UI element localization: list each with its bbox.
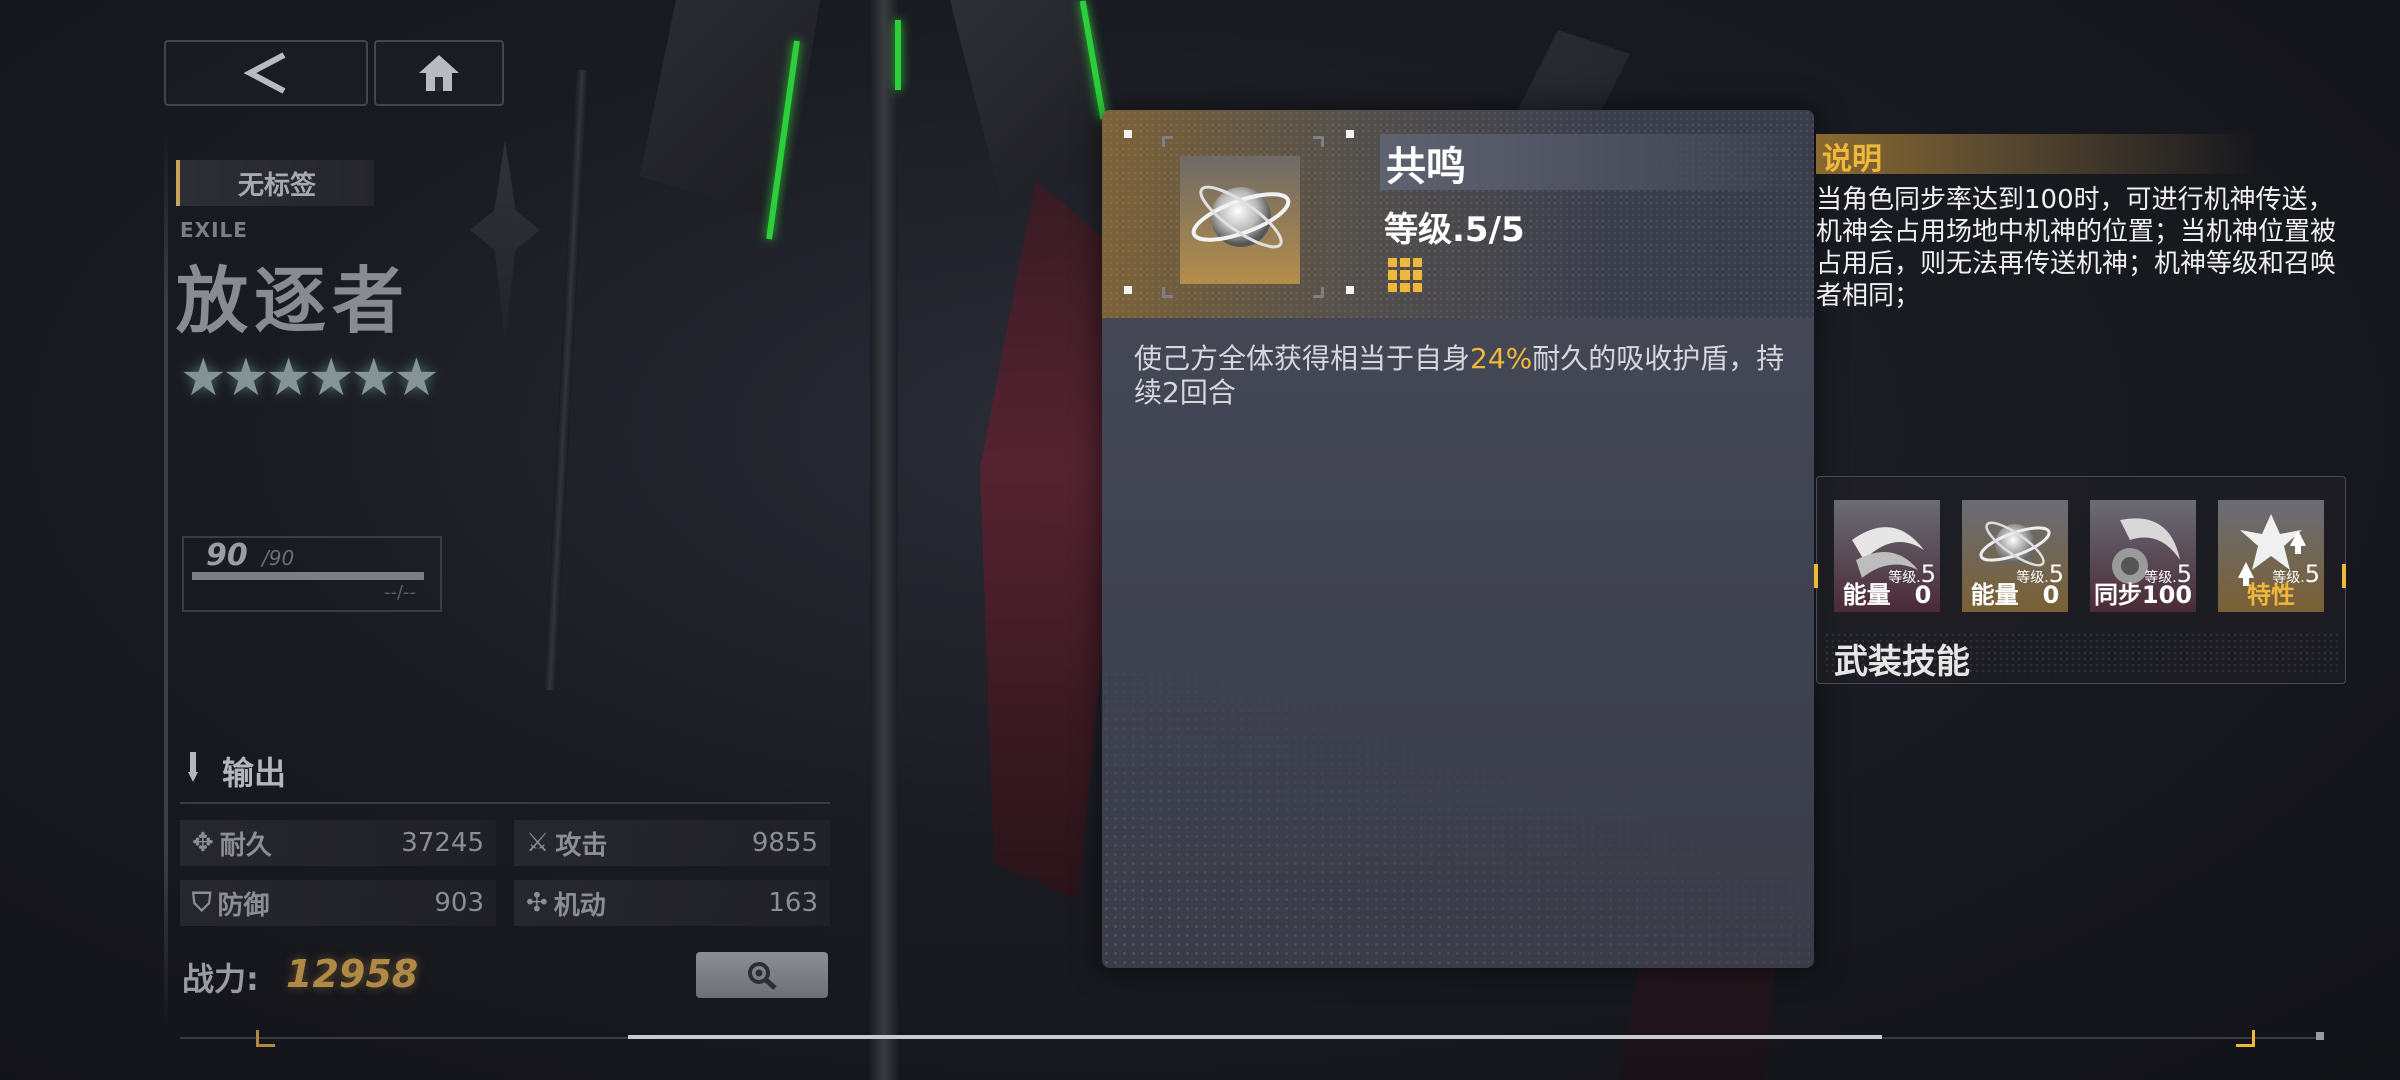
frame-dot: [1346, 286, 1354, 294]
magnifier-icon: [748, 962, 777, 990]
home-button[interactable]: [374, 40, 504, 106]
level-max: /90: [262, 546, 295, 570]
armed-skill-card-4[interactable]: 等级.5 特性: [2218, 500, 2324, 612]
defense-icon: ⛉: [192, 887, 212, 918]
panel-side-mark: [2342, 564, 2346, 588]
rarity-stars: ★★★★★★: [180, 348, 440, 408]
stat-label: 防御: [217, 890, 270, 921]
power-label: 战力:: [182, 960, 259, 998]
skill-detail-popup: 共鸣 等级.5/5 使己方全体获得相当于自身24%耐久的吸收护盾，持续2回合: [1102, 110, 1814, 968]
armed-skill-card-2[interactable]: 等级.5 能量 0: [1962, 500, 2068, 612]
skill-cost-label: 特性: [2247, 581, 2295, 609]
stat-label: 机动: [553, 890, 606, 921]
level-value: 90: [206, 538, 248, 573]
page-scroll-thumb[interactable]: [628, 1035, 1882, 1039]
explain-title-bar: [1816, 134, 2256, 174]
track-end-marker: [2236, 1030, 2255, 1047]
frame-dot: [1124, 130, 1132, 138]
desc-text: 使己方全体获得相当于自身: [1134, 342, 1471, 375]
track-dot: [2316, 1032, 2324, 1040]
armed-skills-title: 武装技能: [1834, 642, 1970, 682]
stat-value: 37245: [401, 828, 484, 858]
frame-dot: [1346, 130, 1354, 138]
unit-name: 放逐者: [176, 259, 411, 343]
home-icon: [419, 55, 459, 91]
detail-search-button[interactable]: [696, 952, 828, 998]
stat-label: 耐久: [219, 830, 272, 861]
skill-cost-label: 能量 0: [1842, 581, 1932, 609]
unit-tag[interactable]: 无标签: [176, 160, 374, 206]
stat-value: 163: [768, 888, 818, 918]
skill-cost-label: 能量 0: [1970, 581, 2060, 609]
stat-value: 903: [434, 888, 484, 918]
frame-dot: [1124, 286, 1132, 294]
skill-level: 等级.5/5: [1384, 210, 1525, 250]
role-label: 输出: [222, 754, 287, 792]
stat-label: 攻击: [555, 830, 608, 861]
mech-body-art: [980, 180, 1120, 900]
mech-armor-art: [640, 0, 820, 220]
armed-skill-card-3[interactable]: 等级.5 同步100: [2090, 500, 2196, 612]
halftone-pattern: [1102, 670, 1814, 968]
stat-mobility: ✣ 机动 163: [514, 880, 830, 926]
stat-durability: ✥ 耐久 37245: [180, 820, 496, 866]
mech-staff-art: [543, 70, 589, 690]
attack-icon: ⚔: [526, 828, 550, 858]
back-arrow-icon: [243, 52, 286, 94]
emblem-art: [470, 140, 540, 340]
unit-name-en: EXILE: [180, 218, 248, 242]
level-sub: --/--: [384, 582, 417, 603]
durability-icon: ✥: [192, 828, 214, 858]
skill-cost-label: 同步100: [2093, 581, 2193, 609]
green-glow-line: [895, 20, 901, 90]
stat-value: 9855: [751, 828, 818, 858]
divider: [180, 802, 830, 804]
track-start-marker: [256, 1030, 275, 1047]
resonance-orb-icon: [1191, 185, 1291, 249]
desc-highlight: 24%: [1470, 342, 1533, 375]
mech-staff-art: [870, 0, 898, 1080]
explain-title: 说明: [1822, 142, 1882, 177]
panel-side-mark: [1814, 564, 1818, 588]
skill-description: 使己方全体获得相当于自身24%耐久的吸收护盾，持续2回合: [1134, 342, 1794, 410]
power-value: 12958: [286, 952, 419, 996]
back-button[interactable]: [164, 40, 368, 106]
stat-attack: ⚔ 攻击 9855: [514, 820, 830, 866]
grid-range-icon[interactable]: [1388, 258, 1422, 292]
mobility-icon: ✣: [526, 888, 548, 918]
mech-armor-art: [950, 0, 1120, 200]
output-role-icon: [188, 752, 198, 782]
level-bar: [192, 572, 424, 580]
stat-defense: ⛉ 防御 903: [180, 880, 496, 926]
armed-skill-card-1[interactable]: 等级.5 能量 0: [1834, 500, 1940, 612]
panel-divider: [164, 130, 168, 1030]
explain-text: 当角色同步率达到100时，可进行机神传送，机神会占用场地中机神的位置；当机神位置…: [1816, 185, 2337, 311]
skill-name: 共鸣: [1386, 144, 1466, 190]
